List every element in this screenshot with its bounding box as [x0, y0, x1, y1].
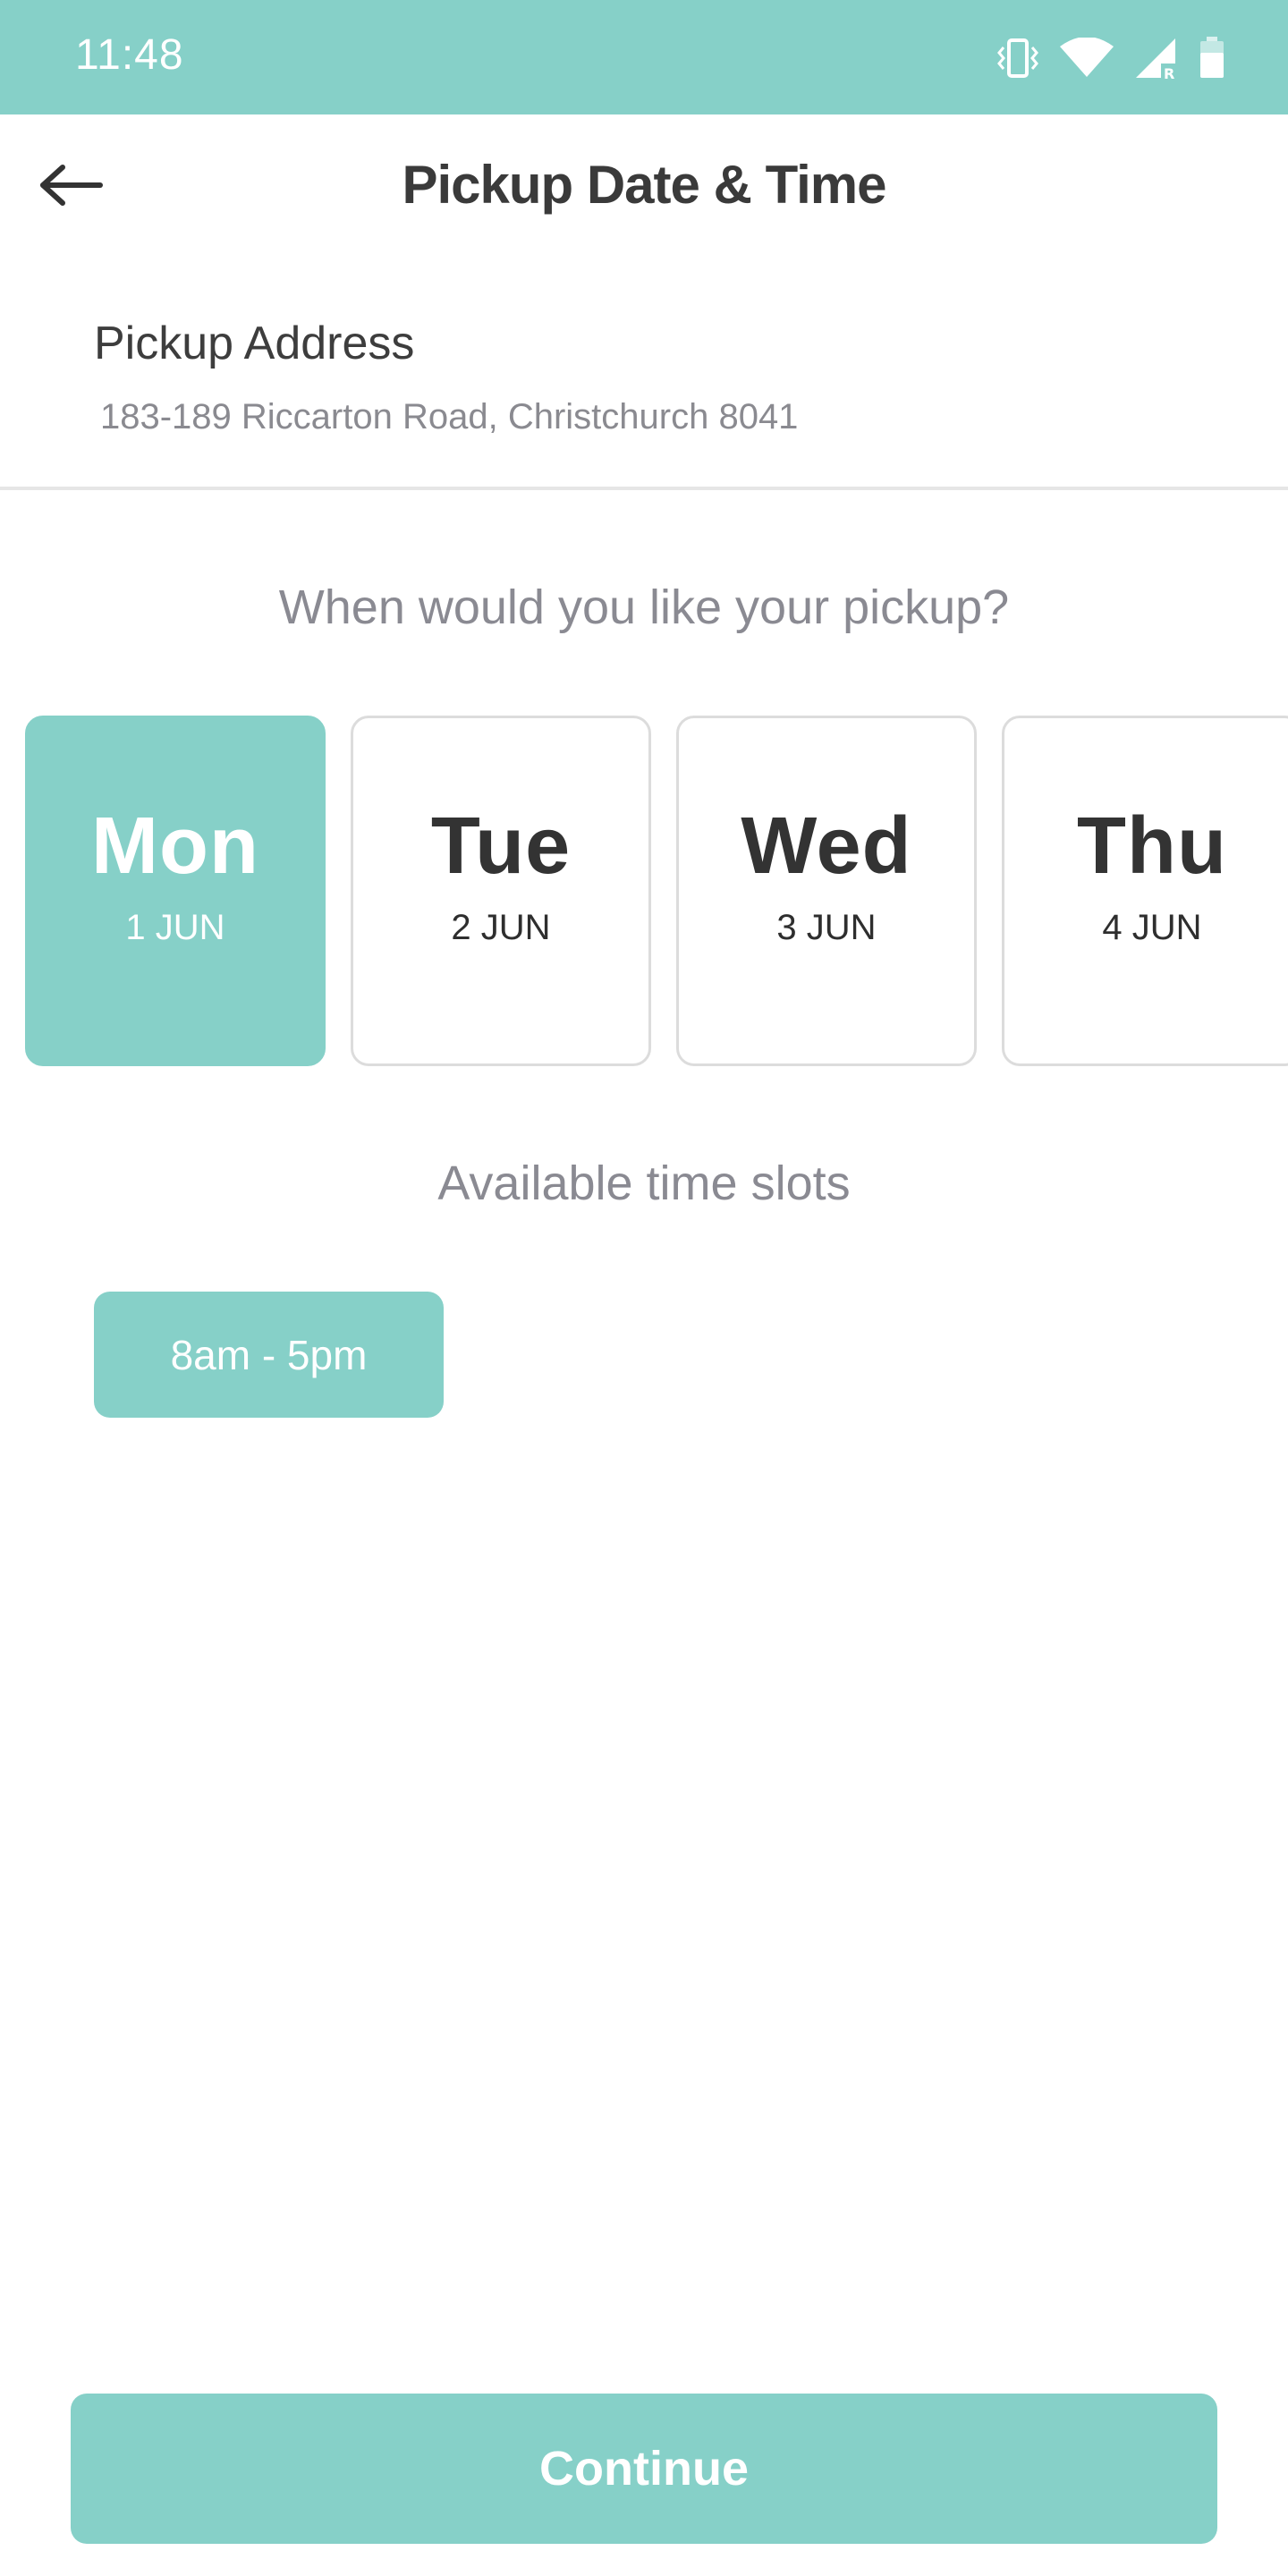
- day-date: 1 JUN: [125, 908, 225, 947]
- day-name: Mon: [91, 801, 259, 891]
- svg-text:R: R: [1164, 65, 1174, 80]
- pickup-address-label: Pickup Address: [94, 318, 415, 369]
- app-header: Pickup Date & Time: [0, 114, 1288, 258]
- day-name: Tue: [430, 801, 572, 891]
- day-date: 2 JUN: [451, 908, 551, 947]
- day-name: Thu: [1077, 801, 1227, 891]
- signal-roaming-icon: R: [1134, 37, 1179, 80]
- pickup-address-value: 183-189 Riccarton Road, Christchurch 804…: [100, 397, 799, 436]
- divider: [0, 487, 1288, 490]
- status-time: 11:48: [75, 31, 184, 79]
- time-slot-button[interactable]: 8am - 5pm: [94, 1292, 444, 1418]
- battery-icon: [1199, 37, 1225, 80]
- status-bar: 11:48 R: [0, 0, 1288, 114]
- day-date: 3 JUN: [776, 908, 877, 947]
- pickup-date-time-screen: 11:48 R Pickup Date & Time Pickup Addres…: [0, 0, 1288, 2576]
- wifi-icon: [1059, 38, 1114, 79]
- day-card-thu[interactable]: Thu 4 JUN: [1002, 716, 1288, 1066]
- day-name: Wed: [741, 801, 912, 891]
- day-card-wed[interactable]: Wed 3 JUN: [676, 716, 977, 1066]
- day-card-tue[interactable]: Tue 2 JUN: [351, 716, 651, 1066]
- time-slots-heading: Available time slots: [437, 1157, 851, 1210]
- pickup-question: When would you like your pickup?: [278, 580, 1010, 634]
- day-selector: Mon 1 JUN Tue 2 JUN Wed 3 JUN Thu 4 JUN: [25, 716, 1288, 1066]
- day-date: 4 JUN: [1102, 908, 1202, 947]
- day-card-mon[interactable]: Mon 1 JUN: [25, 716, 326, 1066]
- continue-button[interactable]: Continue: [71, 2394, 1217, 2544]
- page-title: Pickup Date & Time: [402, 155, 886, 215]
- status-icons: R: [996, 34, 1225, 82]
- vibrate-icon: [996, 38, 1039, 78]
